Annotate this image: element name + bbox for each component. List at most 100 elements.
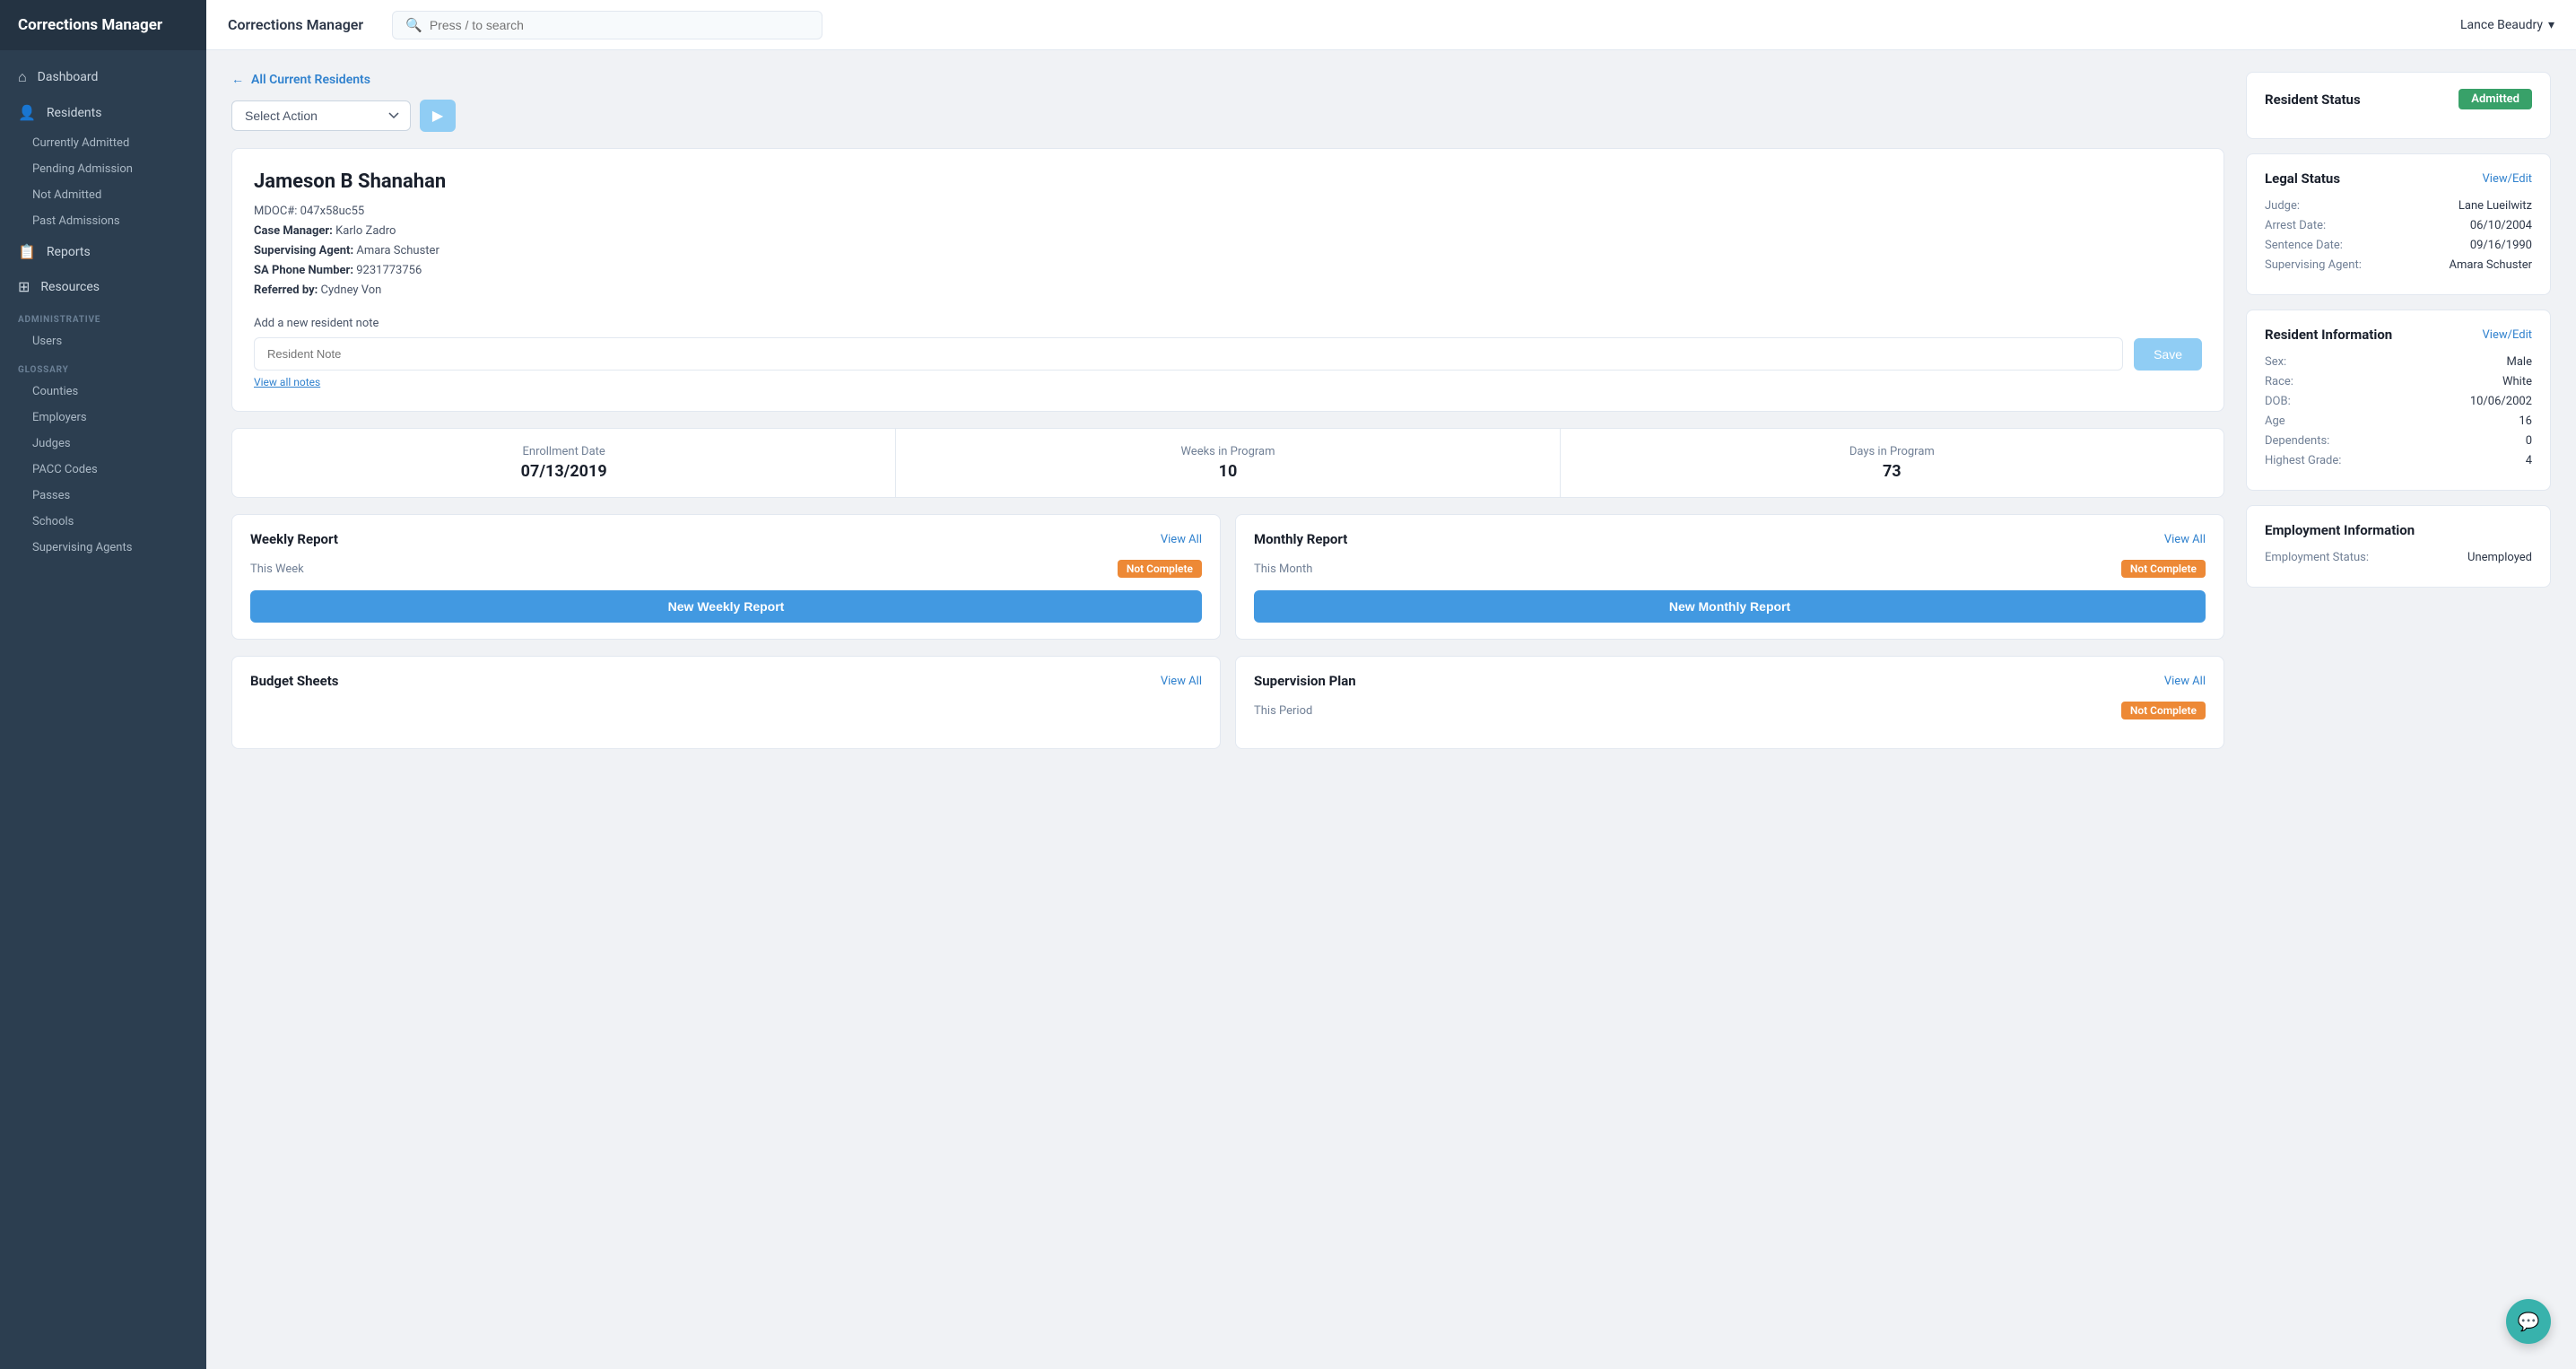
legal-judge-value: Lane Lueilwitz <box>2459 199 2532 213</box>
legal-supervising-agent-row: Supervising Agent: Amara Schuster <box>2265 258 2532 272</box>
sidebar-sub-label: Schools <box>32 515 74 528</box>
home-icon: ⌂ <box>18 68 27 86</box>
weekly-report-period: This Week <box>250 562 304 576</box>
resident-dependents-row: Dependents: 0 <box>2265 434 2532 448</box>
resident-name: Jameson B Shanahan <box>254 170 2202 193</box>
legal-judge-row: Judge: Lane Lueilwitz <box>2265 199 2532 213</box>
main-wrapper: Corrections Manager 🔍 Lance Beaudry ▾ ← … <box>206 0 2576 1369</box>
stat-enrollment-label: Enrollment Date <box>250 445 877 458</box>
content-area: ← All Current Residents Select Action ▶ … <box>206 50 2576 1369</box>
sidebar-item-resources[interactable]: ⊞ Resources <box>0 269 206 304</box>
sidebar: Corrections Manager ⌂ Dashboard 👤 Reside… <box>0 0 206 1369</box>
supervision-plan-view-all[interactable]: View All <box>2164 675 2206 688</box>
stats-row: Enrollment Date 07/13/2019 Weeks in Prog… <box>231 428 2224 498</box>
budget-sheets-card: Budget Sheets View All <box>231 656 1221 749</box>
sidebar-item-label: Reports <box>47 245 91 259</box>
sidebar-sub-label: Past Admissions <box>32 214 120 228</box>
back-arrow-icon: ← <box>231 72 244 87</box>
sidebar-item-supervising-agents[interactable]: Supervising Agents <box>0 535 206 561</box>
sidebar-item-counties[interactable]: Counties <box>0 379 206 405</box>
sidebar-item-label: Dashboard <box>38 70 99 84</box>
sidebar-item-residents[interactable]: 👤 Residents <box>0 95 206 130</box>
report-cards-grid: Weekly Report View All This Week Not Com… <box>231 514 2224 640</box>
sidebar-item-pending-admission[interactable]: Pending Admission <box>0 156 206 182</box>
search-box[interactable]: 🔍 <box>392 11 822 39</box>
resident-age-label: Age <box>2265 414 2285 428</box>
resident-info-title: Resident Information <box>2265 327 2392 343</box>
sidebar-item-schools[interactable]: Schools <box>0 509 206 535</box>
sidebar-item-currently-admitted[interactable]: Currently Admitted <box>0 130 206 156</box>
resident-info-card: Resident Information View/Edit Sex: Male… <box>2246 310 2551 491</box>
stat-weeks-in-program: Weeks in Program 10 <box>896 429 1560 497</box>
supervising-agent-value: Amara Schuster <box>356 244 439 257</box>
user-menu[interactable]: Lance Beaudry ▾ <box>2460 18 2554 32</box>
legal-status-link[interactable]: View/Edit <box>2483 172 2532 186</box>
search-input[interactable] <box>430 18 809 32</box>
reports-icon: 📋 <box>18 243 36 260</box>
sidebar-item-not-admitted[interactable]: Not Admitted <box>0 182 206 208</box>
supervision-plan-period: This Period <box>1254 704 1312 718</box>
sidebar-item-reports[interactable]: 📋 Reports <box>0 234 206 269</box>
case-manager-label: Case Manager: <box>254 224 333 238</box>
note-input[interactable] <box>254 337 2123 371</box>
breadcrumb[interactable]: ← All Current Residents <box>231 72 2224 87</box>
resident-dependents-label: Dependents: <box>2265 434 2329 448</box>
new-weekly-report-button[interactable]: New Weekly Report <box>250 590 1202 623</box>
sidebar-sub-label: PACC Codes <box>32 463 98 476</box>
topbar-title: Corrections Manager <box>228 16 363 33</box>
sidebar-logo: Corrections Manager <box>0 0 206 50</box>
status-badge: Admitted <box>2459 89 2532 109</box>
resident-info-link[interactable]: View/Edit <box>2483 328 2532 342</box>
sidebar-item-passes[interactable]: Passes <box>0 483 206 509</box>
admin-section-label: ADMINISTRATIVE <box>0 304 206 328</box>
sa-phone-value: 9231773756 <box>356 264 422 277</box>
chat-button[interactable]: 💬 <box>2506 1299 2551 1344</box>
select-action-dropdown[interactable]: Select Action <box>231 100 411 131</box>
weekly-report-status: Not Complete <box>1118 560 1202 578</box>
right-panel: Resident Status Admitted Legal Status Vi… <box>2246 72 2551 1347</box>
legal-arrest-date-row: Arrest Date: 06/10/2004 <box>2265 219 2532 232</box>
case-manager-value: Karlo Zadro <box>335 224 396 238</box>
sidebar-item-label: Residents <box>47 106 102 120</box>
supervision-plan-header: Supervision Plan View All <box>1254 673 2206 689</box>
resources-icon: ⊞ <box>18 278 30 295</box>
sidebar-sub-label: Not Admitted <box>32 188 101 202</box>
budget-sheets-header: Budget Sheets View All <box>250 673 1202 689</box>
view-all-notes-link[interactable]: View all notes <box>254 376 320 388</box>
resident-sex-label: Sex: <box>2265 355 2286 369</box>
breadcrumb-label: All Current Residents <box>251 73 370 87</box>
sidebar-sub-label: Pending Admission <box>32 162 133 176</box>
sidebar-item-dashboard[interactable]: ⌂ Dashboard <box>0 59 206 95</box>
run-button[interactable]: ▶ <box>420 100 456 132</box>
resident-dob-row: DOB: 10/06/2002 <box>2265 395 2532 408</box>
glossary-section-label: GLOSSARY <box>0 354 206 379</box>
note-section: Add a new resident note Save View all no… <box>254 317 2202 389</box>
resident-info-header: Resident Information View/Edit <box>2265 327 2532 343</box>
weekly-report-row: This Week Not Complete <box>250 560 1202 578</box>
weekly-report-view-all[interactable]: View All <box>1161 533 1202 546</box>
action-bar: Select Action ▶ <box>231 100 2224 132</box>
legal-arrest-date-value: 06/10/2004 <box>2470 219 2532 232</box>
sidebar-item-past-admissions[interactable]: Past Admissions <box>0 208 206 234</box>
new-monthly-report-button[interactable]: New Monthly Report <box>1254 590 2206 623</box>
left-panel: ← All Current Residents Select Action ▶ … <box>231 72 2224 1347</box>
resident-details: MDOC#: 047x58uc55 Case Manager: Karlo Za… <box>254 202 2202 301</box>
sidebar-item-users[interactable]: Users <box>0 328 206 354</box>
monthly-report-view-all[interactable]: View All <box>2164 533 2206 546</box>
lower-cards-grid: Budget Sheets View All Supervision Plan … <box>231 656 2224 749</box>
person-icon: 👤 <box>18 104 36 121</box>
sidebar-item-employers[interactable]: Employers <box>0 405 206 431</box>
sidebar-sub-label: Passes <box>32 489 70 502</box>
resident-status-card: Resident Status Admitted <box>2246 72 2551 139</box>
employment-info-card: Employment Information Employment Status… <box>2246 505 2551 588</box>
sidebar-item-judges[interactable]: Judges <box>0 431 206 457</box>
budget-sheets-view-all[interactable]: View All <box>1161 675 1202 688</box>
stat-days-value: 73 <box>1579 462 2206 481</box>
legal-status-card: Legal Status View/Edit Judge: Lane Lueil… <box>2246 153 2551 295</box>
stat-enrollment-date: Enrollment Date 07/13/2019 <box>232 429 896 497</box>
legal-judge-label: Judge: <box>2265 199 2300 213</box>
save-note-button[interactable]: Save <box>2134 338 2202 371</box>
resident-age-value: 16 <box>2519 414 2532 428</box>
employment-status-value: Unemployed <box>2467 551 2532 564</box>
sidebar-item-pacc-codes[interactable]: PACC Codes <box>0 457 206 483</box>
